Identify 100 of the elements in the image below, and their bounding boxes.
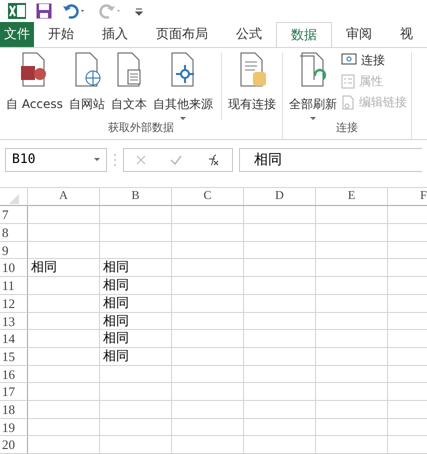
- row-header[interactable]: 7: [0, 206, 28, 224]
- ribbon-button-label[interactable]: 全部刷新: [288, 96, 337, 113]
- ribbon-button-label[interactable]: 自 Access: [6, 96, 63, 113]
- table-cell: [172, 348, 244, 366]
- ribbon-button-label[interactable]: 现有连接: [228, 96, 276, 113]
- table-cell: [316, 206, 388, 224]
- table-cell: [316, 418, 388, 436]
- table-cell: [172, 400, 244, 419]
- ribbon-tab[interactable]: 公式: [222, 22, 276, 47]
- table-cell: [316, 400, 388, 419]
- link-document-icon: [340, 94, 355, 110]
- table-cell: [244, 224, 316, 242]
- column-header[interactable]: E: [316, 188, 388, 206]
- table-cell: [172, 383, 244, 401]
- table-cell: [28, 366, 100, 384]
- table-cell: [100, 400, 172, 419]
- table-cell: [172, 242, 244, 260]
- table-cell: [28, 294, 100, 312]
- formula-field[interactable]: 相同: [239, 148, 422, 172]
- list-icon: [340, 74, 355, 89]
- column-header[interactable]: F: [388, 188, 427, 206]
- table-cell: [28, 206, 100, 224]
- table-cell: [28, 436, 100, 454]
- table-cell: [100, 383, 172, 401]
- group-label: 连接: [334, 120, 359, 136]
- row-header[interactable]: 10: [0, 259, 28, 278]
- column-header[interactable]: A: [28, 188, 100, 206]
- table-cell: [100, 242, 172, 260]
- column-header[interactable]: C: [172, 188, 244, 206]
- table-cell: [28, 348, 100, 366]
- table-cell: [100, 418, 172, 436]
- table-cell: [172, 224, 244, 242]
- column-header[interactable]: D: [244, 188, 316, 206]
- table-cell: [28, 418, 100, 436]
- table-cell: [316, 436, 388, 454]
- file-tab[interactable]: 文件: [0, 22, 34, 47]
- table-cell: [172, 418, 244, 436]
- table-cell: [244, 277, 316, 295]
- save-icon[interactable]: [36, 2, 52, 19]
- table-cell: [244, 366, 316, 384]
- table-cell: 相同: [100, 312, 172, 330]
- row-header[interactable]: 18: [0, 400, 28, 419]
- table-cell: [172, 277, 244, 295]
- spreadsheet-app-icon: [8, 2, 26, 19]
- table-cell: [28, 242, 100, 260]
- row-header[interactable]: 8: [0, 224, 28, 242]
- ribbon-button-label[interactable]: 自网站: [68, 96, 105, 113]
- ribbon-tab[interactable]: 审阅: [332, 22, 386, 47]
- check-icon[interactable]: [170, 154, 182, 165]
- ribbon-tab[interactable]: 数据: [276, 22, 332, 47]
- table-cell: [100, 224, 172, 242]
- ribbon-tab[interactable]: 页面布局: [142, 22, 222, 47]
- table-cell: [244, 436, 316, 454]
- customize-caret-icon[interactable]: [134, 6, 144, 16]
- refresh-documents-icon[interactable]: [298, 52, 328, 88]
- table-cell: [244, 259, 316, 278]
- table-cell: [316, 383, 388, 401]
- row-header[interactable]: 14: [0, 330, 28, 348]
- row-header[interactable]: 9: [0, 242, 28, 260]
- table-cell: 相同: [100, 277, 172, 295]
- table-cell: [100, 206, 172, 224]
- row-header[interactable]: 17: [0, 383, 28, 401]
- table-cell: [316, 224, 388, 242]
- table-cell: [28, 277, 100, 295]
- ribbon-button-label[interactable]: 自文本: [110, 96, 147, 113]
- row-header[interactable]: 20: [0, 436, 28, 454]
- table-cell: [244, 400, 316, 419]
- function-icon[interactable]: [206, 154, 220, 166]
- name-box[interactable]: B10: [5, 148, 107, 172]
- table-cell: [172, 436, 244, 454]
- row-header[interactable]: 11: [0, 277, 28, 295]
- row-header[interactable]: 19: [0, 418, 28, 436]
- ribbon-button-label[interactable]: 连接: [360, 52, 385, 69]
- table-cell: [28, 224, 100, 242]
- ribbon-tab[interactable]: 插入: [88, 22, 142, 47]
- table-cell: [28, 330, 100, 348]
- caret-icon[interactable]: [94, 158, 100, 162]
- table-cell: 相同: [100, 348, 172, 366]
- row-header[interactable]: 13: [0, 312, 28, 330]
- caret-icon[interactable]: [180, 116, 186, 120]
- table-cell: [316, 259, 388, 278]
- table-cell: 相同: [100, 294, 172, 312]
- table-cell: [316, 242, 388, 260]
- ribbon-tab[interactable]: 视: [386, 22, 427, 47]
- table-cell: [244, 383, 316, 401]
- row-header[interactable]: 12: [0, 294, 28, 312]
- grip-icon: [113, 152, 117, 167]
- ribbon-button-label[interactable]: 自其他来源: [152, 96, 213, 113]
- table-cell: [316, 294, 388, 312]
- column-header[interactable]: B: [100, 188, 172, 206]
- table-cell: [244, 418, 316, 436]
- table-cell: [172, 206, 244, 224]
- table-cell: [244, 330, 316, 348]
- table-cell: [100, 436, 172, 454]
- table-cell: [316, 312, 388, 330]
- ribbon-tab[interactable]: 开始: [34, 22, 88, 47]
- caret-icon[interactable]: [310, 116, 316, 120]
- row-header[interactable]: 16: [0, 366, 28, 384]
- row-header[interactable]: 15: [0, 348, 28, 366]
- table-cell: [316, 366, 388, 384]
